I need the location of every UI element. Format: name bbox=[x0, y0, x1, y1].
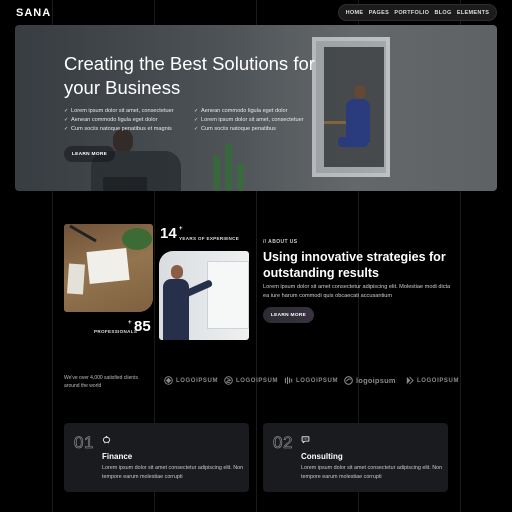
nav-pages[interactable]: PAGES bbox=[369, 10, 389, 16]
about-learn-more-button[interactable]: LEARN MORE bbox=[263, 307, 314, 323]
hero-feature-item: Lorem ipsum dolor sit amet, consectetuer bbox=[64, 107, 174, 116]
hero-title: Creating the Best Solutions for your Bus… bbox=[64, 53, 315, 98]
brand-logo[interactable]: SANA bbox=[16, 7, 51, 19]
nav-home[interactable]: HOME bbox=[346, 10, 364, 16]
clients-caption: We've over 4,000 satisfied clients aroun… bbox=[64, 375, 138, 389]
nav-elements[interactable]: ELEMENTS bbox=[457, 10, 489, 16]
service-card-finance[interactable]: 01 Finance Lorem ipsum dolor sit amet co… bbox=[64, 423, 249, 492]
hero-feature-item: Aenean commodo ligula eget dolor bbox=[64, 116, 174, 125]
about-image-desk bbox=[64, 224, 153, 312]
whiteboard bbox=[207, 261, 249, 329]
logo-bars-icon bbox=[284, 376, 293, 385]
piggy-bank-icon bbox=[102, 435, 111, 444]
service-number: 02 bbox=[273, 433, 293, 453]
nav-portfolio[interactable]: PORTFOLIO bbox=[394, 10, 429, 16]
logo-swirl-icon bbox=[224, 376, 233, 385]
service-number: 01 bbox=[74, 433, 94, 453]
logo-chevron-icon bbox=[406, 376, 414, 385]
presenter-body bbox=[163, 279, 189, 340]
presenter-head bbox=[171, 265, 183, 279]
hero-feature-item: Cum sociis natoque penatibus bbox=[194, 125, 304, 134]
hero-feature-list-right: Aenean commodo ligula eget dolor Lorem i… bbox=[194, 107, 304, 134]
service-description: Lorem ipsum dolor sit amet consectetur a… bbox=[301, 465, 443, 480]
client-logo[interactable]: LOGOIPSUM bbox=[405, 376, 459, 385]
pros-stat-value: 85 bbox=[134, 318, 151, 335]
years-stat-label: YEARS OF EXPERIENCE bbox=[179, 236, 240, 241]
hero-feature-item: Aenean commodo ligula eget dolor bbox=[194, 107, 304, 116]
hero-feature-item: Lorem ipsum dolor sit amet, consectetuer bbox=[194, 116, 304, 125]
about-description: Lorem ipsum dolor sit amet consectetur a… bbox=[263, 284, 451, 299]
pros-stat-label: PROFESSIONALS bbox=[94, 329, 138, 334]
years-stat-value: 14 bbox=[160, 225, 177, 242]
hero-learn-more-button[interactable]: LEARN MORE bbox=[64, 146, 115, 162]
service-description: Lorem ipsum dolor sit amet consectetur a… bbox=[102, 465, 244, 480]
client-logo-text: logoipsum bbox=[356, 376, 396, 385]
client-logo[interactable]: LOGOIPSUM bbox=[284, 376, 338, 385]
desk-plant bbox=[122, 228, 152, 250]
years-stat-plus: + bbox=[179, 226, 183, 232]
about-title: Using innovative strategies for outstand… bbox=[263, 250, 446, 280]
pros-stat-plus: + bbox=[128, 320, 132, 326]
logo-diamond-icon bbox=[164, 376, 173, 385]
client-logo-text: LOGOIPSUM bbox=[236, 377, 279, 384]
chat-bubble-icon bbox=[301, 436, 310, 444]
client-logo[interactable]: LOGOIPSUM bbox=[224, 376, 278, 385]
desk-paper bbox=[86, 247, 130, 285]
service-title: Finance bbox=[102, 452, 133, 461]
client-logo-text: LOGOIPSUM bbox=[417, 377, 460, 384]
nav-blog[interactable]: BLOG bbox=[435, 10, 452, 16]
service-title: Consulting bbox=[301, 452, 343, 461]
about-section-tag: // ABOUT US bbox=[263, 239, 298, 245]
service-card-consulting[interactable]: 02 Consulting Lorem ipsum dolor sit amet… bbox=[263, 423, 448, 492]
desk-paper bbox=[66, 263, 86, 295]
hero-feature-list-left: Lorem ipsum dolor sit amet, consectetuer… bbox=[64, 107, 174, 134]
hero-feature-item: Cum sociis natoque penatibus et magnis bbox=[64, 125, 174, 134]
client-logo-text: LOGOIPSUM bbox=[176, 377, 219, 384]
main-nav: HOME PAGES PORTFOLIO BLOG ELEMENTS bbox=[338, 4, 497, 21]
about-image-whiteboard bbox=[159, 251, 249, 340]
client-logo[interactable]: LOGOIPSUM bbox=[164, 376, 218, 385]
logo-ring-icon bbox=[344, 376, 353, 385]
client-logo-text: LOGOIPSUM bbox=[296, 377, 339, 384]
client-logo[interactable]: logoipsum bbox=[344, 376, 396, 385]
